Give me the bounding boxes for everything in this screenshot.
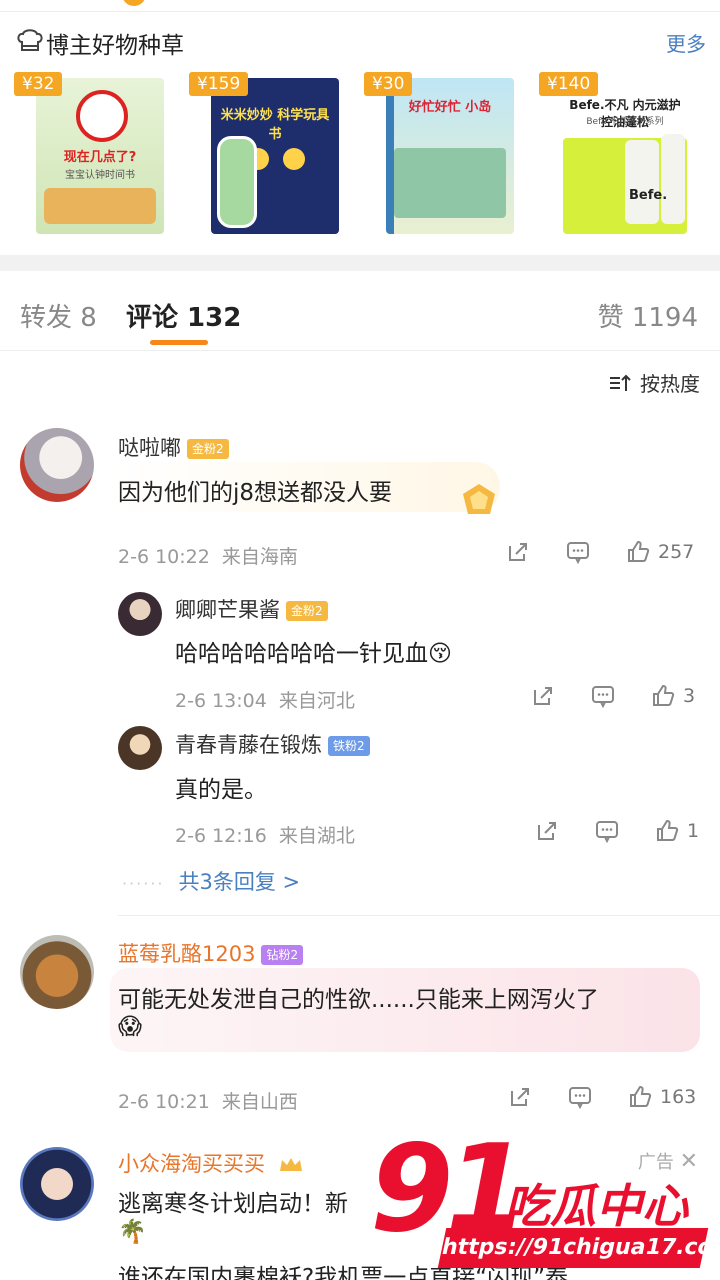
comment-emoji: 🌴 [118,1219,147,1245]
product-image: Befe.不凡 内元滋护 控油蓬松 Befe.不凡洗护系列 Befe. [561,78,689,234]
reply-username[interactable]: 青春青藤在锻炼 铁粉2 [175,729,370,759]
sort-icon [610,374,631,391]
reply-actions: 1 [535,819,699,843]
comment-meta: 2-6 10:21 来自山西 [118,1091,298,1113]
tab-comments[interactable]: 评论 132 [126,297,241,334]
product-card[interactable]: ¥140 Befe.不凡 内元滋护 控油蓬松 Befe.不凡洗护系列 Befe. [539,72,689,237]
reply-meta: 2-6 13:04 来自河北 [175,690,355,712]
avatar[interactable] [118,592,162,636]
fan-badge: 铁粉2 [328,736,370,756]
comment-username[interactable]: 蓝莓乳酪1203 钻粉2 [118,938,304,968]
comment-text: 可能无处发泄自己的性欲......只能来上网泻火了 [118,987,599,1013]
reply-username[interactable]: 卿卿芒果酱 金粉2 [175,594,328,624]
reply-text: 哈哈哈哈哈哈哈一针见血😚 [175,641,452,667]
interaction-tabs: 转发 8 评论 132 赞 1194 [0,271,720,351]
comment-icon[interactable] [568,1085,592,1109]
product-card[interactable]: ¥30 好忙好忙 小岛 [364,72,514,237]
comment-icon[interactable] [591,684,615,708]
top-divider [0,0,720,12]
reply-actions: 3 [531,684,695,708]
share-icon[interactable] [508,1085,532,1109]
product-card[interactable]: ¥159 米米妙妙 科学玩具书 [189,72,339,237]
products-more-link[interactable]: 更多 [666,28,706,57]
avatar[interactable] [20,935,94,1009]
comment-username[interactable]: 小众海淘买买买 [118,1148,304,1178]
chef-hat-icon [17,29,43,51]
comment-actions: 163 [508,1085,696,1109]
price-tag: ¥159 [189,72,249,96]
price-tag: ¥140 [539,72,599,96]
gold-badge-icon [463,484,495,514]
crown-icon [279,1158,302,1171]
tab-active-indicator [150,340,208,345]
like-count: 1 [687,820,700,842]
comment-actions: 257 [506,540,694,564]
comment-username[interactable]: 哒啦嘟 金粉2 [118,432,229,462]
like-icon[interactable] [651,684,675,708]
like-count: 163 [660,1086,697,1108]
top-indicator [122,0,146,6]
share-icon[interactable] [506,540,530,564]
product-carousel: ¥32 现在几点了? 宝宝认钟时间书 ¥159 米米妙妙 科学玩具书 ¥30 好… [14,72,714,237]
watermark-logo: 91 吃瓜中心 https://91chigua17.com [370,1120,720,1278]
like-icon[interactable] [655,819,679,843]
reply-meta: 2-6 12:16 来自湖北 [175,825,355,847]
product-image: 好忙好忙 小岛 [386,78,514,234]
fan-badge: 金粉2 [187,439,229,459]
comment-icon[interactable] [595,819,619,843]
avatar[interactable] [20,1147,94,1221]
reply-text: 真的是。 [175,777,267,803]
price-tag: ¥32 [14,72,63,96]
more-replies-link[interactable]: ······ 共3条回复 > [122,866,300,896]
fan-badge: 钻粉2 [261,945,304,965]
comment-emoji: 😱 [118,1014,142,1040]
like-icon[interactable] [626,540,650,564]
tab-likes[interactable]: 赞 1194 [598,297,698,334]
product-card[interactable]: ¥32 现在几点了? 宝宝认钟时间书 [14,72,164,237]
products-title: 博主好物种草 [46,33,184,59]
dots-decoration: ······ [122,874,165,893]
sort-label: 按热度 [640,372,700,396]
like-count: 3 [683,685,696,707]
section-gap [0,255,720,271]
avatar[interactable] [20,428,94,502]
product-image: 现在几点了? 宝宝认钟时间书 [36,78,164,234]
comment-meta: 2-6 10:22 来自海南 [118,546,298,568]
comment-text: 因为他们的j8想送都没人要 [118,480,393,506]
like-icon[interactable] [628,1085,652,1109]
avatar[interactable] [118,726,162,770]
product-image: 米米妙妙 科学玩具书 [211,78,339,234]
sort-button[interactable]: 按热度 [608,368,700,397]
share-icon[interactable] [531,684,555,708]
products-header: 博主好物种草 更多 [0,22,720,62]
fan-badge: 金粉2 [286,601,328,621]
tab-repost[interactable]: 转发 8 [20,297,97,334]
share-icon[interactable] [535,819,559,843]
comment-icon[interactable] [566,540,590,564]
divider [118,915,720,916]
price-tag: ¥30 [364,72,413,96]
like-count: 257 [658,541,695,563]
comment-text: 逃离寒冬计划启动！新 [118,1191,348,1217]
